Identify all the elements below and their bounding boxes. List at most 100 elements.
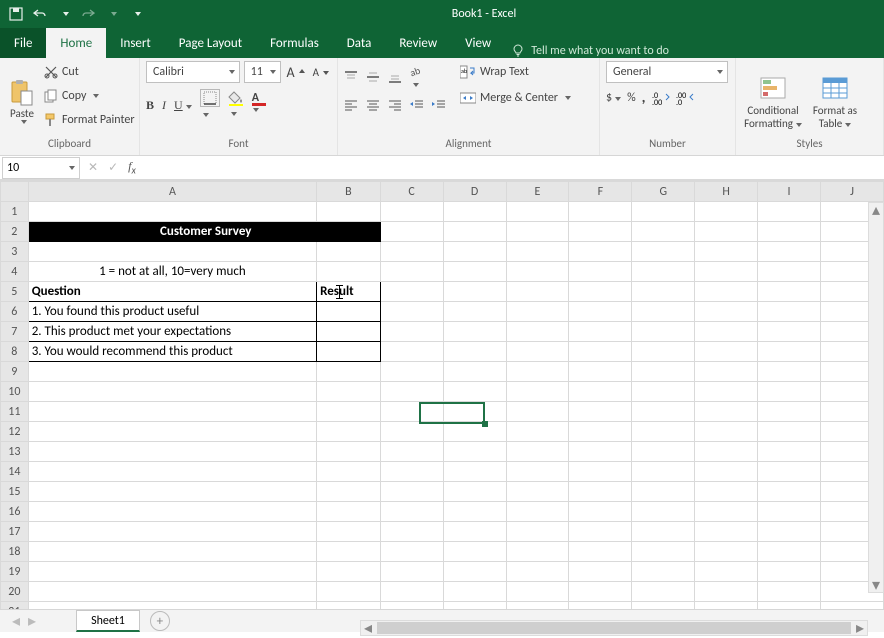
cell[interactable] <box>758 282 821 302</box>
cell[interactable] <box>443 482 506 502</box>
row-header[interactable]: 1 <box>1 202 29 222</box>
cell[interactable] <box>695 202 758 222</box>
cell[interactable] <box>28 462 316 482</box>
cell[interactable] <box>28 362 316 382</box>
cell[interactable] <box>569 402 632 422</box>
cell[interactable] <box>632 302 695 322</box>
cell[interactable] <box>569 442 632 462</box>
cell[interactable] <box>443 222 506 242</box>
cell[interactable] <box>28 402 316 422</box>
cell[interactable] <box>28 482 316 502</box>
cell[interactable] <box>695 542 758 562</box>
cell[interactable] <box>758 482 821 502</box>
cell[interactable] <box>758 262 821 282</box>
accounting-format-button[interactable]: $ <box>606 91 621 105</box>
cell[interactable] <box>506 202 569 222</box>
tab-home[interactable]: Home <box>46 28 106 58</box>
scroll-down-icon[interactable]: ▾ <box>869 578 883 592</box>
cell[interactable] <box>632 562 695 582</box>
underline-button[interactable]: U <box>174 98 192 113</box>
cell[interactable] <box>506 602 569 610</box>
cell[interactable] <box>317 462 381 482</box>
horizontal-scrollbar[interactable]: ◂ ▸ <box>360 620 868 636</box>
cell[interactable] <box>380 362 443 382</box>
tab-data[interactable]: Data <box>333 28 386 58</box>
tab-insert[interactable]: Insert <box>106 28 165 58</box>
formula-input[interactable] <box>144 157 884 179</box>
decrease-decimal-button[interactable]: .00.0 <box>676 91 694 105</box>
cell[interactable] <box>695 502 758 522</box>
cell[interactable] <box>569 202 632 222</box>
cell[interactable] <box>443 202 506 222</box>
cell[interactable] <box>695 322 758 342</box>
new-sheet-button[interactable]: + <box>150 611 170 631</box>
cell[interactable] <box>443 582 506 602</box>
cell[interactable] <box>28 202 316 222</box>
col-header[interactable]: I <box>758 182 821 202</box>
increase-font-icon[interactable]: A <box>285 61 307 83</box>
cell[interactable] <box>632 462 695 482</box>
cell[interactable] <box>443 282 506 302</box>
cell[interactable] <box>695 362 758 382</box>
tab-page-layout[interactable]: Page Layout <box>165 28 256 58</box>
align-bottom-icon[interactable] <box>388 70 402 84</box>
cell[interactable] <box>506 582 569 602</box>
row-header[interactable]: 5 <box>1 282 29 302</box>
cell[interactable] <box>443 242 506 262</box>
cell[interactable] <box>317 602 381 610</box>
cell[interactable] <box>443 542 506 562</box>
row-header[interactable]: 14 <box>1 462 29 482</box>
cell[interactable] <box>758 222 821 242</box>
cell[interactable] <box>506 442 569 462</box>
cell[interactable] <box>443 362 506 382</box>
font-family-selector[interactable]: Calibri <box>146 61 240 83</box>
fill-handle[interactable] <box>482 421 488 427</box>
cell[interactable] <box>695 402 758 422</box>
font-color-button[interactable]: A <box>252 91 266 120</box>
decrease-font-icon[interactable]: A <box>311 61 331 83</box>
col-header[interactable]: B <box>317 182 381 202</box>
row-header[interactable]: 15 <box>1 482 29 502</box>
wrap-text-button[interactable]: abWrap Text <box>456 61 575 83</box>
cell[interactable] <box>380 342 443 362</box>
align-center-icon[interactable] <box>366 99 380 111</box>
cell[interactable] <box>506 422 569 442</box>
cell[interactable] <box>695 582 758 602</box>
cell[interactable] <box>569 362 632 382</box>
cell[interactable] <box>380 442 443 462</box>
align-left-icon[interactable] <box>344 99 358 111</box>
scroll-up-icon[interactable]: ▴ <box>869 203 883 217</box>
cell[interactable] <box>443 502 506 522</box>
cell[interactable] <box>506 302 569 322</box>
row-header[interactable]: 19 <box>1 562 29 582</box>
cell[interactable] <box>317 502 381 522</box>
undo-icon[interactable] <box>28 3 52 25</box>
cell[interactable] <box>758 562 821 582</box>
prev-sheet-icon[interactable]: ◂ <box>12 611 20 631</box>
row-header[interactable]: 21 <box>1 602 29 610</box>
cell[interactable] <box>758 382 821 402</box>
cell[interactable] <box>380 422 443 442</box>
cell[interactable] <box>632 222 695 242</box>
cell[interactable] <box>506 542 569 562</box>
cell[interactable] <box>380 482 443 502</box>
cell[interactable] <box>569 282 632 302</box>
cell[interactable] <box>443 462 506 482</box>
cell[interactable] <box>28 422 316 442</box>
enter-icon[interactable]: ✓ <box>108 160 118 175</box>
cell[interactable] <box>758 502 821 522</box>
cell[interactable] <box>380 402 443 422</box>
cell[interactable] <box>380 462 443 482</box>
tab-review[interactable]: Review <box>385 28 451 58</box>
cell[interactable] <box>443 382 506 402</box>
cell[interactable] <box>28 582 316 602</box>
fx-icon[interactable]: fx <box>128 159 136 176</box>
cell[interactable] <box>443 302 506 322</box>
cell[interactable] <box>317 382 381 402</box>
cell[interactable] <box>317 362 381 382</box>
cell[interactable] <box>632 362 695 382</box>
row-header[interactable]: 2 <box>1 222 29 242</box>
cell[interactable] <box>380 222 443 242</box>
cell[interactable]: Customer Survey <box>28 222 316 242</box>
cell[interactable] <box>632 602 695 610</box>
